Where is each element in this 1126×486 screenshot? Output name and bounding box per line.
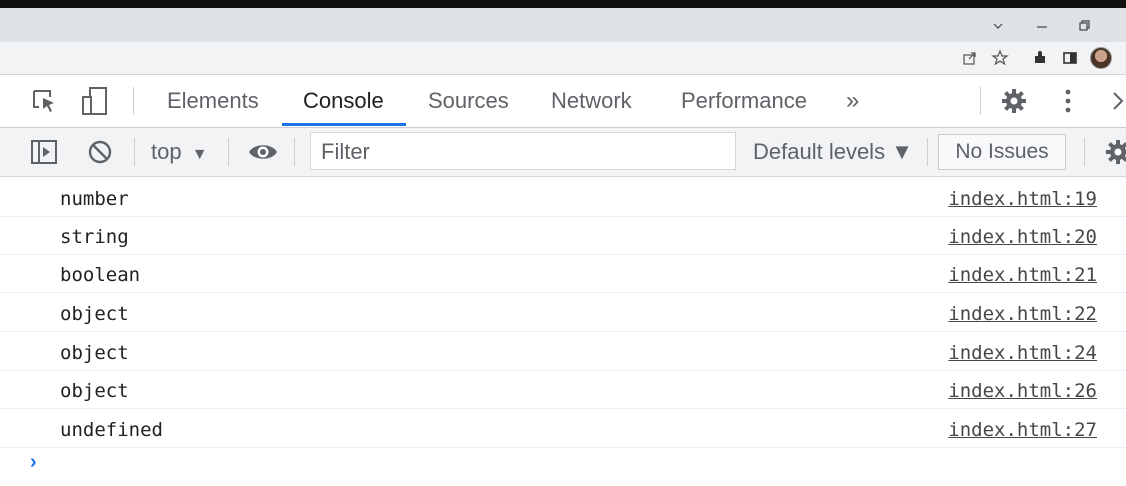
message-text: number [60,188,129,210]
source-link[interactable]: index.html:22 [948,294,1097,332]
devtools-tab-bar: Elements Console Sources Network Perform… [0,75,1126,128]
console-message: string index.html:20 [0,217,1126,255]
title-bar [0,8,1126,42]
message-text: string [60,226,129,248]
divider [134,138,135,166]
sidebar-toggle-icon[interactable] [30,138,60,166]
tab-performance[interactable]: Performance [681,75,807,127]
console-message: boolean index.html:21 [0,255,1126,293]
console-output: number index.html:19 string index.html:2… [0,177,1126,486]
source-link[interactable]: index.html:20 [948,217,1097,255]
source-link[interactable]: index.html:26 [948,371,1097,409]
active-tab-indicator [282,123,406,126]
console-message: number index.html:19 [0,179,1126,217]
tab-elements[interactable]: Elements [167,75,259,127]
divider [927,138,928,166]
source-link[interactable]: index.html:19 [948,179,1097,217]
more-options-icon[interactable] [1058,87,1078,115]
chevron-right-icon[interactable] [1110,89,1126,113]
context-dropdown-arrow: ▼ [191,146,208,163]
more-tabs-icon[interactable]: » [846,75,859,127]
divider [228,138,229,166]
log-levels-dropdown[interactable]: Default levels ▼ [753,128,913,176]
browser-toolbar [0,42,1126,75]
filter-input[interactable] [319,133,723,171]
context-label: top [151,139,182,164]
chevron-down-icon[interactable] [988,16,1008,36]
console-toolbar: top ▼ Default levels ▼ No Issues [0,128,1126,177]
context-selector[interactable]: top ▼ [151,128,208,176]
divider [1084,138,1085,166]
divider [133,87,134,115]
tab-sources[interactable]: Sources [428,75,509,127]
divider [980,87,981,115]
extensions-icon[interactable] [1030,48,1050,68]
console-prompt-icon[interactable]: › [30,451,37,474]
star-icon[interactable] [990,48,1010,68]
sidepanel-icon[interactable] [1060,48,1080,68]
issues-button[interactable]: No Issues [938,134,1066,170]
inspect-element-icon[interactable] [30,87,60,115]
filter-field[interactable] [310,132,736,171]
eye-icon[interactable] [246,138,280,166]
message-text: object [60,342,129,364]
tab-network[interactable]: Network [551,75,632,127]
clear-console-icon[interactable] [86,138,114,166]
device-toolbar-icon[interactable] [80,85,110,117]
console-settings-gear-icon[interactable] [1104,138,1126,166]
source-link[interactable]: index.html:24 [948,333,1097,371]
window-top-edge [0,0,1126,8]
divider [294,138,295,166]
console-message: object index.html:26 [0,371,1126,409]
tab-console[interactable]: Console [303,75,384,127]
message-text: object [60,380,129,402]
console-message: object index.html:24 [0,333,1126,371]
message-text: boolean [60,264,141,286]
console-message: undefined index.html:27 [0,410,1126,448]
share-icon[interactable] [960,48,980,68]
restore-icon[interactable] [1074,16,1094,36]
minimize-icon[interactable] [1032,16,1052,36]
source-link[interactable]: index.html:27 [948,410,1097,448]
avatar[interactable] [1090,47,1112,69]
message-text: object [60,303,129,325]
settings-gear-icon[interactable] [1000,87,1028,115]
source-link[interactable]: index.html:21 [948,255,1097,293]
console-message: object index.html:22 [0,294,1126,332]
message-text: undefined [60,419,163,441]
